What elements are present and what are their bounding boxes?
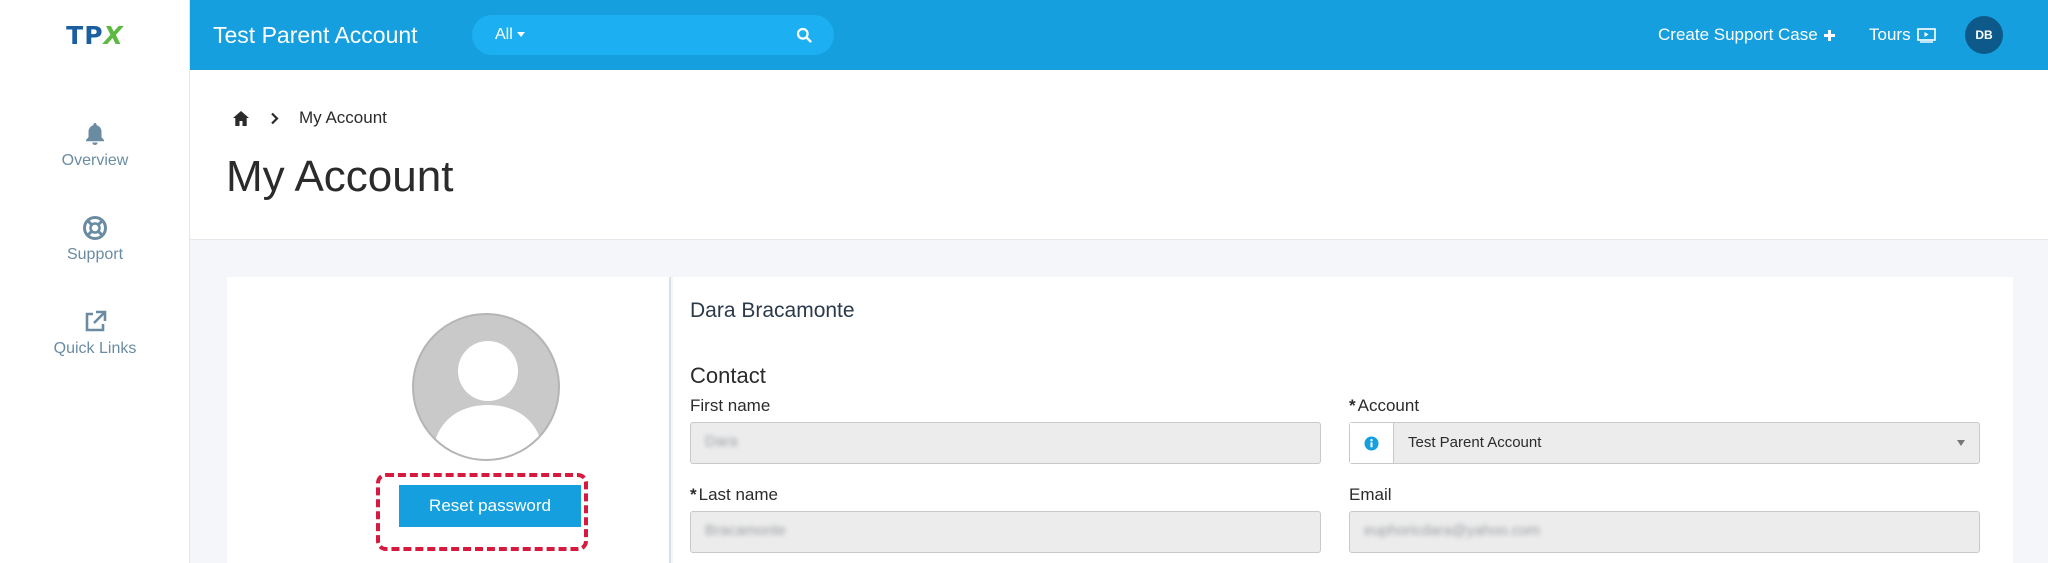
last-name-label-text: Last name: [698, 485, 779, 504]
account-value: Test Parent Account: [1408, 434, 1542, 451]
account-label: * Account: [1349, 396, 1419, 416]
logo-main-text: TP: [66, 20, 104, 50]
breadcrumb-current: My Account: [299, 108, 387, 127]
video-play-icon: [1916, 27, 1936, 43]
email-value: euphoricdara@yahoo.com: [1364, 522, 1541, 539]
logo-accent-text: X: [103, 20, 124, 50]
search-scope-label: All: [495, 26, 513, 43]
profile-card: Reset password: [227, 277, 671, 563]
create-support-case-link[interactable]: Create Support Case: [1658, 0, 1836, 70]
bell-icon: [81, 120, 109, 148]
required-marker: *: [1349, 396, 1356, 415]
top-bar: Test Parent Account All Create Support C…: [190, 0, 2048, 70]
account-label-text: Account: [1357, 396, 1420, 415]
first-name-value: Dara: [705, 433, 738, 450]
required-marker: *: [690, 485, 697, 504]
external-link-icon: [81, 308, 109, 336]
sidebar-item-label: Quick Links: [53, 340, 137, 357]
reset-password-button[interactable]: Reset password: [399, 485, 581, 527]
first-name-field[interactable]: [690, 422, 1321, 464]
sidebar-item-label: Overview: [61, 152, 129, 169]
breadcrumb: My Account: [232, 106, 387, 130]
account-title: Test Parent Account: [213, 22, 418, 48]
last-name-value: Bracamonte: [705, 522, 786, 539]
tours-link[interactable]: Tours: [1869, 0, 1936, 70]
home-icon[interactable]: [232, 110, 250, 127]
user-silhouette-icon: [432, 341, 544, 459]
page-title: My Account: [226, 152, 454, 201]
profile-avatar: [412, 313, 560, 461]
sidebar-item-quick-links[interactable]: Quick Links: [0, 294, 190, 372]
caret-down-icon: [1957, 440, 1965, 446]
create-support-case-label: Create Support Case: [1658, 25, 1818, 44]
main-content: Reset password Dara Bracamonte Contact F…: [190, 240, 2048, 563]
page-header: My Account My Account: [190, 70, 2048, 240]
plus-icon: [1823, 29, 1836, 42]
last-name-label: * Last name: [690, 485, 778, 505]
user-name: Dara Bracamonte: [690, 299, 855, 322]
details-card: Dara Bracamonte Contact First name Dara …: [673, 277, 2013, 563]
search-input[interactable]: [552, 21, 782, 49]
chevron-right-icon: [270, 112, 279, 125]
info-icon[interactable]: [1350, 423, 1394, 463]
search-icon[interactable]: [796, 27, 812, 43]
tours-label: Tours: [1869, 25, 1911, 44]
search-bar: All: [472, 15, 834, 55]
user-avatar[interactable]: DB: [1965, 16, 2003, 54]
sidebar-item-support[interactable]: Support: [0, 200, 190, 278]
sidebar-item-overview[interactable]: Overview: [0, 106, 190, 184]
lifebuoy-icon: [81, 214, 109, 242]
account-select[interactable]: Test Parent Account: [1349, 422, 1980, 464]
email-label: Email: [1349, 485, 1392, 504]
search-scope-dropdown[interactable]: All: [495, 15, 525, 55]
caret-down-icon: [516, 32, 525, 38]
sidebar-item-label: Support: [66, 246, 124, 263]
tpx-logo[interactable]: TPX: [0, 0, 190, 70]
first-name-label: First name: [690, 396, 771, 415]
sidebar: TPX Overview Support Quick Links: [0, 0, 190, 563]
section-title-contact: Contact: [690, 363, 766, 388]
